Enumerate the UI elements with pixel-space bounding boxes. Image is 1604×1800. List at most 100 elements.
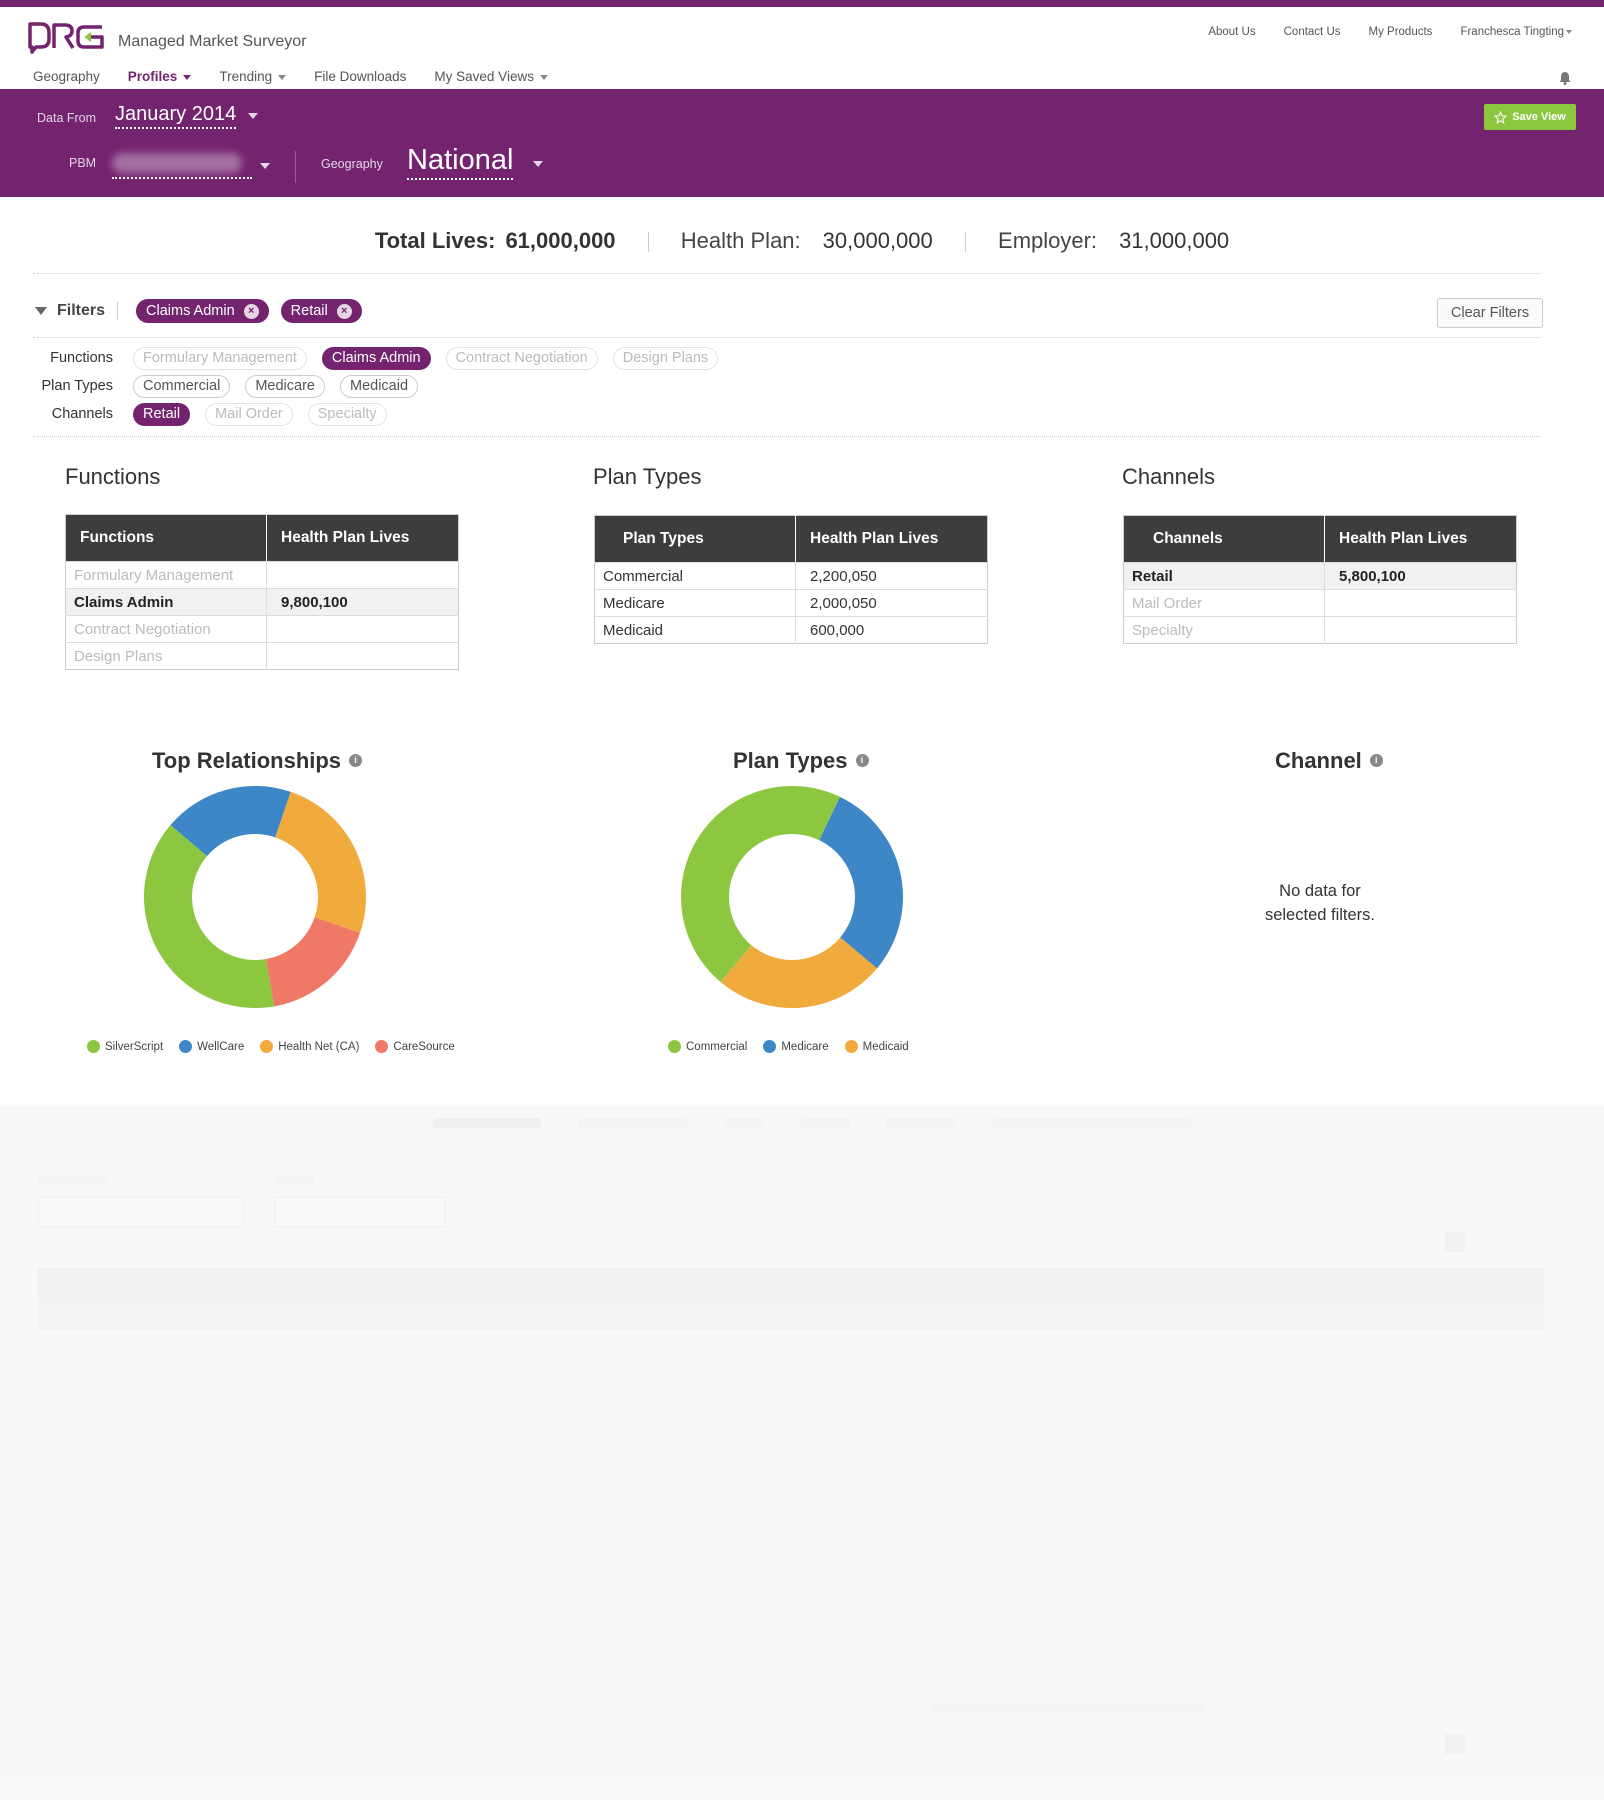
nav-label: File Downloads: [314, 69, 407, 84]
info-icon[interactable]: i: [1369, 753, 1383, 767]
filter-option[interactable]: Contract Negotiation: [445, 346, 598, 370]
nav-geography[interactable]: Geography: [33, 69, 100, 84]
geography-select[interactable]: National: [407, 144, 514, 180]
save-view-label: Save View: [1512, 111, 1566, 123]
legend-item[interactable]: SilverScript: [87, 1040, 163, 1053]
faded-label: [38, 1176, 108, 1184]
filter-option[interactable]: Mail Order: [205, 402, 293, 426]
row-value: 5,800,100: [1324, 562, 1517, 590]
filters-label[interactable]: Filters: [57, 302, 105, 320]
faded-row: [38, 1672, 1544, 1710]
my-products-link[interactable]: My Products: [1369, 26, 1433, 38]
table-row[interactable]: Design Plans: [65, 642, 459, 670]
collapse-triangle-icon[interactable]: [35, 307, 47, 315]
bell-icon[interactable]: [1558, 71, 1572, 85]
table-row[interactable]: Formulary Management: [65, 561, 459, 589]
nav-my-saved-views[interactable]: My Saved Views: [434, 69, 548, 84]
table-row[interactable]: Retail 5,800,100: [1123, 562, 1517, 590]
row-name: Commercial: [594, 562, 796, 590]
drg-logo[interactable]: [27, 21, 107, 55]
legend-label: Commercial: [686, 1040, 748, 1053]
functions-table: Functions Health Plan Lives Formulary Ma…: [65, 514, 459, 670]
no-data-line: No data for: [1279, 882, 1361, 900]
nav-file-downloads[interactable]: File Downloads: [314, 69, 406, 84]
table-row[interactable]: Contract Negotiation: [65, 615, 459, 643]
faded-row: [38, 1596, 1544, 1634]
chip-label: Retail: [290, 303, 328, 319]
save-view-button[interactable]: Save View: [1484, 104, 1576, 130]
row-value: [266, 615, 459, 643]
channels-section-title: Channels: [1122, 464, 1215, 489]
filter-option[interactable]: Claims Admin: [321, 346, 431, 370]
close-icon[interactable]: ×: [336, 303, 352, 319]
app-title: Managed Market Surveyor: [118, 33, 307, 50]
table-row[interactable]: Medicare 2,000,050: [594, 589, 988, 617]
faded-details-section: [0, 1106, 1604, 1800]
chevron-down-icon: [183, 74, 192, 80]
legend-item[interactable]: Commercial: [668, 1040, 747, 1053]
faded-tab: [886, 1118, 956, 1128]
info-icon[interactable]: i: [349, 753, 363, 767]
legend-item[interactable]: Health Net (CA): [260, 1040, 359, 1053]
legend-label: CareSource: [393, 1040, 455, 1053]
filter-option[interactable]: Specialty: [307, 402, 387, 426]
geography-label: Geography: [321, 157, 383, 171]
faded-pager: [1445, 1232, 1465, 1252]
nav-profiles[interactable]: Profiles: [128, 69, 192, 84]
channel-chart-title: Channel i: [1275, 748, 1383, 774]
nav-label: Geography: [33, 69, 100, 84]
table-row[interactable]: Mail Order: [1123, 589, 1517, 617]
active-filter-chip: Retail ×: [280, 299, 362, 323]
legend-item[interactable]: CareSource: [375, 1040, 455, 1053]
filter-option[interactable]: Formulary Management: [133, 346, 307, 370]
about-us-link[interactable]: About Us: [1208, 26, 1255, 38]
legend-label: Medicare: [781, 1040, 829, 1053]
filter-option[interactable]: Medicaid: [339, 374, 419, 398]
filter-group-plan-types: Plan Types Commercial Medicare Medicaid: [33, 374, 433, 398]
contact-us-link[interactable]: Contact Us: [1284, 26, 1341, 38]
info-icon[interactable]: i: [855, 753, 869, 767]
table-row[interactable]: Claims Admin 9,800,100: [65, 588, 459, 616]
nav-trending[interactable]: Trending: [219, 69, 287, 84]
donut-slice-medicare[interactable]: [819, 796, 903, 969]
faded-table-header: [38, 1298, 1544, 1330]
faded-row: [38, 1482, 1544, 1520]
divider: [33, 273, 1541, 274]
legend-item[interactable]: WellCare: [179, 1040, 244, 1053]
legend-item[interactable]: Medicaid: [844, 1040, 909, 1053]
filter-option[interactable]: Commercial: [133, 374, 231, 398]
employer-value: 31,000,000: [1119, 228, 1230, 253]
faded-select: [38, 1197, 244, 1227]
row-name: Claims Admin: [65, 588, 267, 616]
table-row[interactable]: Commercial 2,200,050: [594, 562, 988, 590]
chevron-down-icon: [1566, 29, 1572, 34]
legend-item[interactable]: Medicare: [763, 1040, 829, 1053]
pbm-select[interactable]: [112, 149, 252, 179]
legend-swatch: [668, 1040, 681, 1053]
employer-label: Employer:: [998, 228, 1098, 253]
donut-slice-caresource[interactable]: [265, 917, 361, 1007]
table-row[interactable]: Medicaid 600,000: [594, 616, 988, 644]
table-row[interactable]: Specialty: [1123, 616, 1517, 644]
chevron-down-icon[interactable]: [533, 161, 543, 167]
faded-pager: [1445, 1734, 1465, 1754]
chevron-down-icon[interactable]: [248, 113, 258, 119]
faded-tab: [800, 1118, 850, 1128]
data-from-select[interactable]: January 2014: [115, 103, 237, 129]
donut-slice-health-net-ca[interactable]: [275, 791, 366, 933]
filter-option[interactable]: Design Plans: [612, 346, 719, 370]
top-relationships-title: Top Relationships i: [152, 748, 363, 774]
faded-tab: [724, 1118, 764, 1128]
filter-option[interactable]: Retail: [133, 402, 191, 426]
row-name: Medicare: [594, 589, 796, 617]
no-data-line: selected filters.: [1264, 906, 1376, 924]
user-menu[interactable]: Franchesca Tingting: [1460, 26, 1572, 38]
column-header: Health Plan Lives: [1324, 515, 1517, 563]
filter-option[interactable]: Medicare: [245, 374, 325, 398]
health-plan-label: Health Plan:: [680, 228, 801, 253]
legend-swatch: [179, 1040, 193, 1053]
chevron-down-icon[interactable]: [260, 163, 270, 169]
clear-filters-button[interactable]: Clear Filters: [1437, 298, 1543, 328]
divider: [295, 151, 296, 183]
close-icon[interactable]: ×: [243, 303, 259, 319]
